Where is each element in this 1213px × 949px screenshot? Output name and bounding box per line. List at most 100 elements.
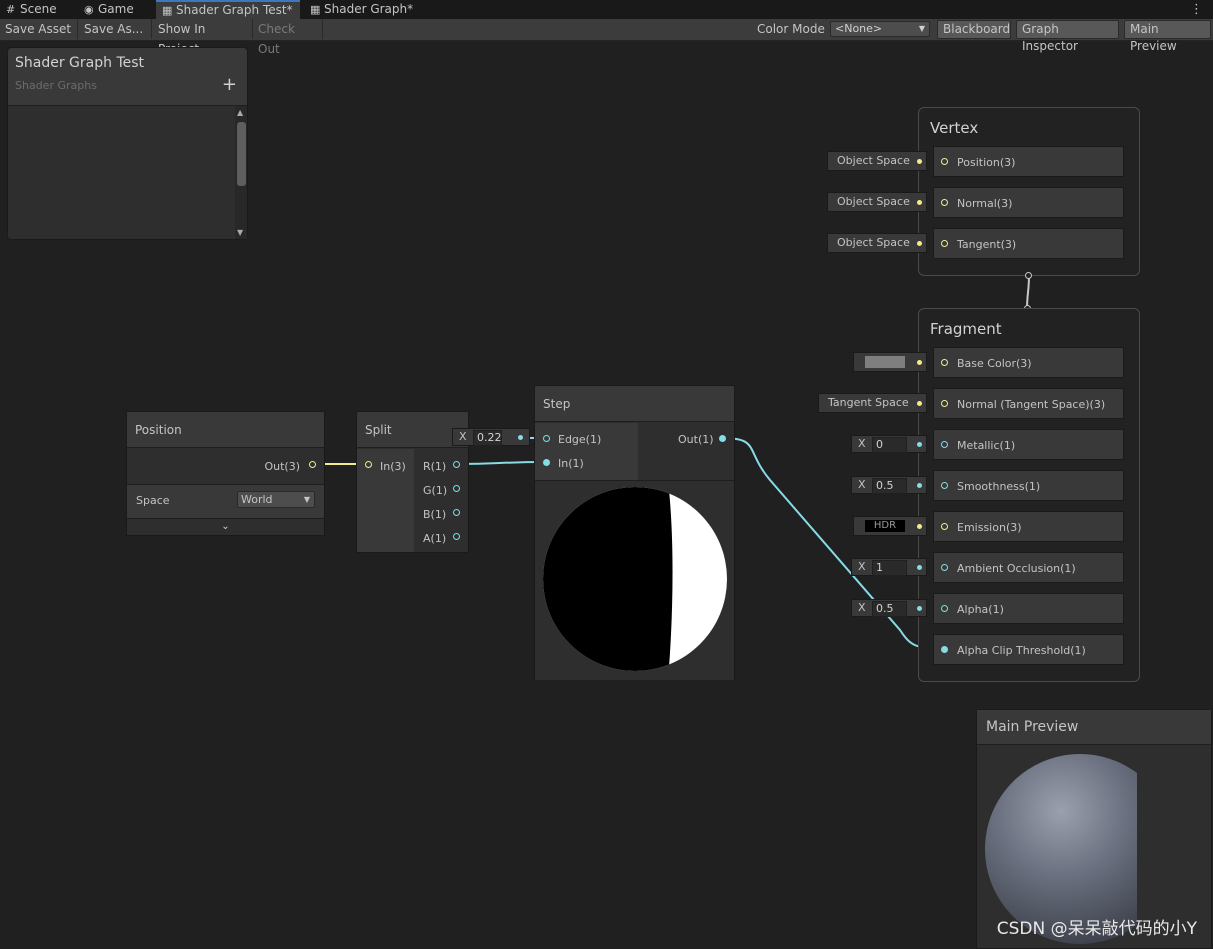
metallic-value[interactable]: 0 [872, 437, 907, 453]
vertex-title: Vertex [930, 119, 979, 137]
alpha-port[interactable] [941, 605, 948, 612]
split-in-label: In(3) [380, 460, 406, 473]
vertex-position-block[interactable]: Position(3) [933, 146, 1124, 177]
vertex-normal-port[interactable] [941, 199, 948, 206]
split-r-port[interactable] [453, 461, 460, 468]
input-connector [917, 360, 922, 365]
space-value: World [241, 493, 273, 506]
wire-split-step [457, 461, 547, 465]
split-a-port[interactable] [453, 533, 460, 540]
step-edge-port[interactable] [543, 435, 550, 442]
input-connector [917, 606, 922, 611]
input-connector [917, 200, 922, 205]
space-input-label: Object Space [837, 195, 910, 208]
emission-hdr-swatch[interactable]: HDR [865, 520, 905, 532]
smoothness-value[interactable]: 0.5 [872, 478, 907, 494]
step-in-port[interactable] [543, 459, 550, 466]
alpha-input-field[interactable]: X 0.5 [851, 599, 927, 617]
watermark-text: CSDN @呆呆敲代码的小Y [996, 919, 1197, 939]
main-preview-header: Main Preview [977, 710, 1211, 745]
vertex-tangent-block[interactable]: Tangent(3) [933, 228, 1124, 259]
fragment-context[interactable]: Fragment Base Color(3) Normal (Tangent S… [918, 308, 1140, 682]
alpha-value[interactable]: 0.5 [872, 601, 907, 617]
fragment-normal-block[interactable]: Normal (Tangent Space)(3) [933, 388, 1124, 419]
main-preview-title: Main Preview [986, 719, 1079, 735]
metallic-port[interactable] [941, 441, 948, 448]
position-out-port[interactable] [309, 461, 316, 468]
step-node[interactable]: Step Edge(1) In(1) Out(1) [534, 385, 735, 680]
space-dropdown[interactable]: World ▼ [237, 491, 315, 508]
edge-field-connector [518, 435, 523, 440]
input-connector [917, 442, 922, 447]
ambient-occlusion-port[interactable] [941, 564, 948, 571]
dropdown-arrow-icon: ▼ [303, 495, 310, 504]
step-node-title: Step [535, 386, 734, 422]
vertex-normal-space-input[interactable]: Object Space [827, 192, 927, 212]
fragment-alpha-block[interactable]: Alpha(1) [933, 593, 1124, 624]
alpha-clip-port[interactable] [941, 646, 948, 653]
vertex-position-port[interactable] [941, 158, 948, 165]
space-label: Space [136, 494, 170, 507]
split-b-port[interactable] [453, 509, 460, 516]
ambient-occlusion-label: Ambient Occlusion(1) [957, 562, 1076, 575]
position-space-row: Space World ▼ [127, 484, 324, 519]
space-input-label: Object Space [837, 236, 910, 249]
x-label: X [858, 560, 866, 573]
step-edge-input-field[interactable]: X 0.22 [452, 428, 530, 446]
fragment-ambient-occlusion-block[interactable]: Ambient Occlusion(1) [933, 552, 1124, 583]
base-color-label: Base Color(3) [957, 357, 1032, 370]
emission-label: Emission(3) [957, 521, 1022, 534]
step-preview [535, 480, 734, 680]
emission-port[interactable] [941, 523, 948, 530]
step-out-port[interactable] [719, 435, 726, 442]
fragment-smoothness-block[interactable]: Smoothness(1) [933, 470, 1124, 501]
emission-input[interactable]: HDR [853, 516, 927, 536]
position-node-title: Position [127, 412, 324, 448]
space-input-label: Object Space [837, 154, 910, 167]
smoothness-label: Smoothness(1) [957, 480, 1041, 493]
collapse-chevron-icon[interactable]: ⌄ [127, 518, 324, 535]
metallic-input-field[interactable]: X 0 [851, 435, 927, 453]
vertex-position-space-input[interactable]: Object Space [827, 151, 927, 171]
vertex-tangent-space-input[interactable]: Object Space [827, 233, 927, 253]
position-out-label: Out(3) [264, 460, 300, 473]
base-color-port[interactable] [941, 359, 948, 366]
vertex-context[interactable]: Vertex Position(3) Normal(3) Tangent(3) [918, 107, 1140, 276]
step-in-label: In(1) [558, 457, 584, 470]
fragment-base-color-block[interactable]: Base Color(3) [933, 347, 1124, 378]
edge-value[interactable]: 0.22 [473, 430, 502, 446]
x-label: X [858, 601, 866, 614]
ambient-occlusion-input-field[interactable]: X 1 [851, 558, 927, 576]
split-g-port[interactable] [453, 485, 460, 492]
vertex-position-label: Position(3) [957, 156, 1016, 169]
step-inputs [535, 423, 638, 480]
input-connector [917, 159, 922, 164]
fragment-alpha-clip-block[interactable]: Alpha Clip Threshold(1) [933, 634, 1124, 665]
input-connector [917, 565, 922, 570]
input-connector [917, 524, 922, 529]
input-connector [917, 241, 922, 246]
smoothness-port[interactable] [941, 482, 948, 489]
vertex-normal-block[interactable]: Normal(3) [933, 187, 1124, 218]
base-color-input[interactable] [853, 352, 927, 372]
input-connector [917, 483, 922, 488]
split-a-label: A(1) [423, 532, 447, 545]
metallic-label: Metallic(1) [957, 439, 1016, 452]
normal-space-input[interactable]: Tangent Space [818, 393, 927, 413]
main-preview-panel[interactable]: Main Preview [976, 709, 1212, 949]
edge-x-label: X [459, 430, 467, 443]
vertex-tangent-label: Tangent(3) [957, 238, 1017, 251]
vertex-tangent-port[interactable] [941, 240, 948, 247]
input-connector [917, 401, 922, 406]
vertex-flow-port[interactable] [1025, 272, 1032, 279]
normal-label: Normal (Tangent Space)(3) [957, 398, 1106, 411]
smoothness-input-field[interactable]: X 0.5 [851, 476, 927, 494]
ambient-occlusion-value[interactable]: 1 [872, 560, 907, 576]
base-color-swatch[interactable] [865, 356, 905, 368]
normal-port[interactable] [941, 400, 948, 407]
split-g-label: G(1) [423, 484, 448, 497]
split-in-port[interactable] [365, 461, 372, 468]
position-node[interactable]: Position Out(3) Space World ▼ ⌄ [126, 411, 325, 536]
fragment-emission-block[interactable]: Emission(3) [933, 511, 1124, 542]
fragment-metallic-block[interactable]: Metallic(1) [933, 429, 1124, 460]
